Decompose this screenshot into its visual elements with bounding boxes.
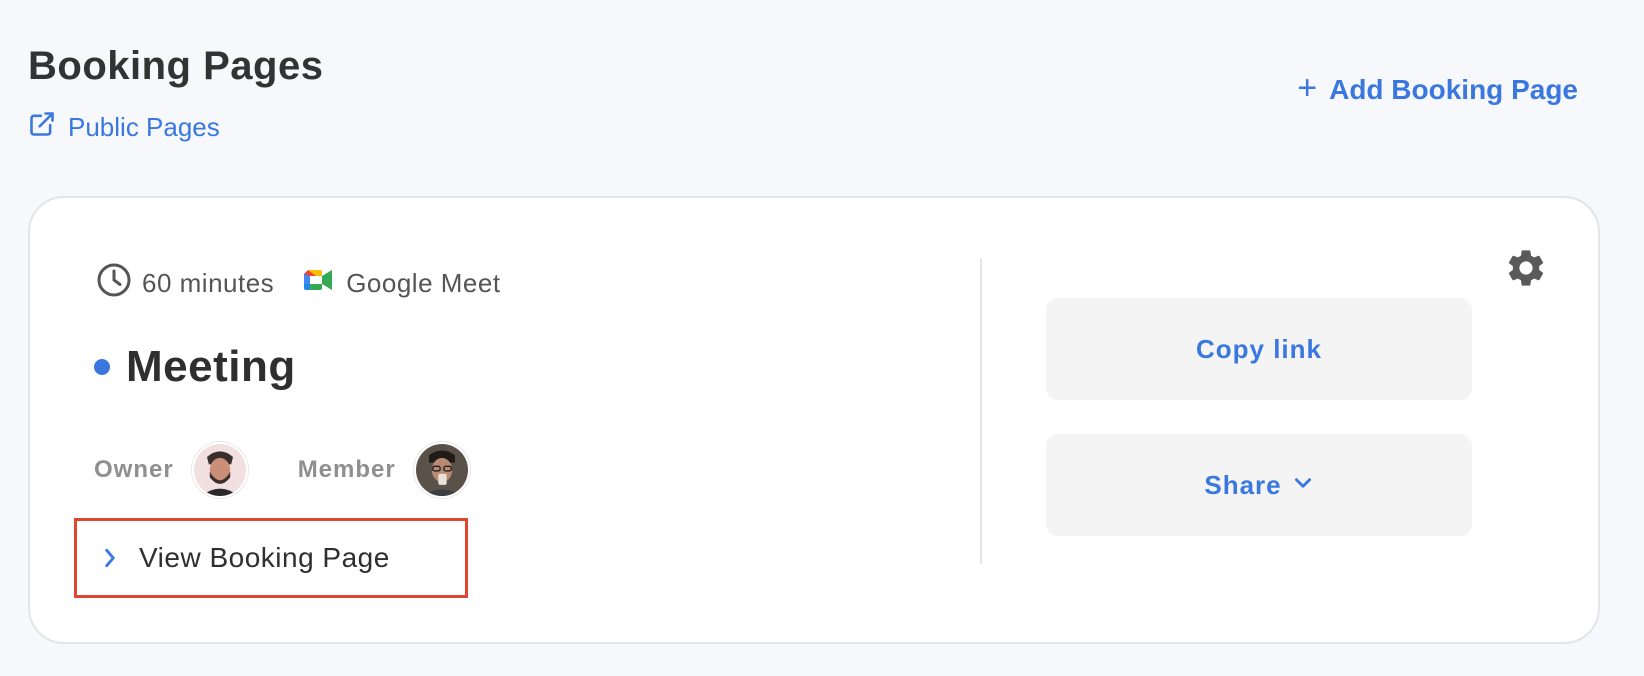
share-label: Share (1204, 469, 1282, 500)
settings-button[interactable] (1504, 246, 1548, 290)
add-booking-page-button[interactable]: + Add Booking Page (1297, 69, 1578, 107)
view-booking-page-link[interactable]: View Booking Page (74, 518, 468, 598)
meeting-meta: 60 minutes Google Meet (96, 262, 501, 305)
copy-link-label: Copy link (1195, 333, 1322, 364)
booking-page-card: 60 minutes Google Meet Meeting Owner Mem… (28, 196, 1600, 644)
booking-pages-screen: Booking Pages Public Pages + Add Booking… (0, 0, 1644, 676)
share-button[interactable]: Share (1046, 434, 1472, 536)
meeting-title: Meeting (126, 342, 296, 391)
public-pages-link[interactable]: Public Pages (28, 110, 220, 145)
public-pages-label: Public Pages (68, 112, 220, 142)
add-booking-page-label: Add Booking Page (1329, 74, 1578, 105)
view-booking-page-label: View Booking Page (139, 542, 390, 573)
owner-avatar[interactable] (191, 442, 248, 498)
member-label: Member (297, 456, 396, 483)
meeting-title-row: Meeting (94, 342, 296, 392)
page-title: Booking Pages (28, 44, 324, 88)
external-link-icon (28, 110, 56, 145)
duration-text: 60 minutes (142, 268, 275, 298)
plus-icon: + (1297, 69, 1318, 107)
chevron-right-icon (101, 547, 119, 569)
location-item: Google Meet (300, 262, 500, 305)
location-text: Google Meet (346, 268, 501, 298)
member-avatar[interactable] (413, 442, 470, 498)
participants: Owner Member (94, 442, 470, 498)
card-divider (980, 258, 982, 564)
duration-item: 60 minutes (96, 262, 274, 305)
owner-label: Owner (94, 456, 174, 483)
google-meet-icon (300, 262, 336, 305)
copy-link-button[interactable]: Copy link (1046, 298, 1472, 400)
gear-icon (1504, 246, 1548, 290)
status-dot (94, 359, 110, 375)
chevron-down-icon (1292, 470, 1314, 501)
clock-icon (96, 262, 132, 305)
